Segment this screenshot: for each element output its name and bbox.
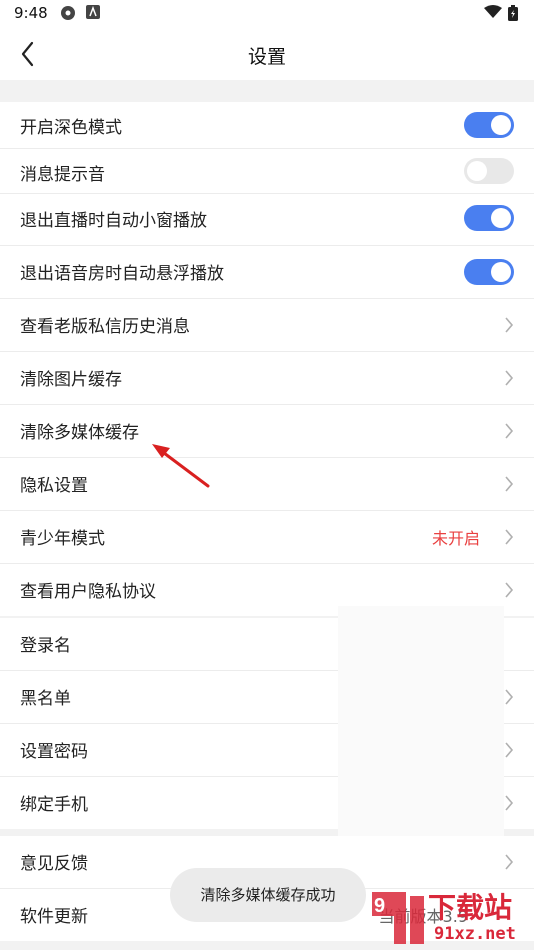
row-clear-image-cache[interactable]: 清除图片缓存 <box>0 352 534 405</box>
row-label: 清除多媒体缓存 <box>20 423 139 443</box>
row-teen-mode[interactable]: 青少年模式 未开启 <box>0 511 534 564</box>
row-voice-room-float[interactable]: 退出语音房时自动悬浮播放 <box>0 246 534 299</box>
app-notification-icon <box>60 5 76 25</box>
header: 设置 <box>0 28 534 80</box>
row-label: 设置密码 <box>20 742 88 762</box>
voice-room-float-toggle[interactable] <box>464 259 514 285</box>
watermark-url: 91xz.net <box>434 924 516 944</box>
chevron-right-icon <box>505 795 514 811</box>
row-label: 开启深色模式 <box>20 118 122 138</box>
chevron-right-icon <box>505 529 514 545</box>
row-label: 查看老版私信历史消息 <box>20 317 190 337</box>
chevron-right-icon <box>505 317 514 333</box>
row-old-messages[interactable]: 查看老版私信历史消息 <box>0 299 534 352</box>
battery-icon <box>508 5 518 25</box>
watermark-logo: 9 下载站 91xz.net <box>366 886 534 950</box>
chevron-right-icon <box>505 689 514 705</box>
row-label: 查看用户隐私协议 <box>20 582 156 602</box>
row-label: 清除图片缓存 <box>20 370 122 390</box>
message-sound-toggle[interactable] <box>464 158 514 184</box>
row-privacy-settings[interactable]: 隐私设置 <box>0 458 534 511</box>
keyboard-notification-icon <box>86 5 100 23</box>
row-label: 意见反馈 <box>20 854 88 874</box>
chevron-right-icon <box>505 742 514 758</box>
row-label: 退出语音房时自动悬浮播放 <box>20 264 224 284</box>
settings-section-general: 开启深色模式 消息提示音 退出直播时自动小窗播放 退出语音房时自动悬浮播放 查看… <box>0 102 534 616</box>
chevron-right-icon <box>505 582 514 598</box>
row-label: 隐私设置 <box>20 476 88 496</box>
row-clear-media-cache[interactable]: 清除多媒体缓存 <box>0 405 534 458</box>
annotation-arrow <box>152 444 210 488</box>
status-bar: 9:48 <box>0 0 534 28</box>
chevron-right-icon <box>505 423 514 439</box>
teen-mode-status: 未开启 <box>431 529 480 548</box>
row-dark-mode[interactable]: 开启深色模式 <box>0 102 534 149</box>
row-label: 消息提示音 <box>20 165 105 185</box>
svg-text:9: 9 <box>374 895 385 917</box>
status-time: 9:48 <box>14 4 48 22</box>
chevron-right-icon <box>505 370 514 386</box>
toast-message: 清除多媒体缓存成功 <box>170 868 366 922</box>
wifi-icon <box>484 5 502 23</box>
blurred-redaction <box>338 606 504 838</box>
chevron-right-icon <box>505 476 514 492</box>
page-title: 设置 <box>247 46 286 68</box>
row-message-sound[interactable]: 消息提示音 <box>0 149 534 194</box>
row-label: 青少年模式 <box>20 529 105 549</box>
watermark-text: 下载站 <box>428 891 513 924</box>
watermark-91-icon: 9 <box>372 892 424 944</box>
chevron-right-icon <box>505 854 514 870</box>
row-label: 软件更新 <box>20 907 88 927</box>
row-live-mini-window[interactable]: 退出直播时自动小窗播放 <box>0 194 534 246</box>
row-label: 登录名 <box>20 636 71 656</box>
dark-mode-toggle[interactable] <box>464 112 514 138</box>
row-label: 退出直播时自动小窗播放 <box>20 211 207 231</box>
live-mini-window-toggle[interactable] <box>464 205 514 231</box>
row-label: 黑名单 <box>20 689 71 709</box>
row-label: 绑定手机 <box>20 795 88 815</box>
